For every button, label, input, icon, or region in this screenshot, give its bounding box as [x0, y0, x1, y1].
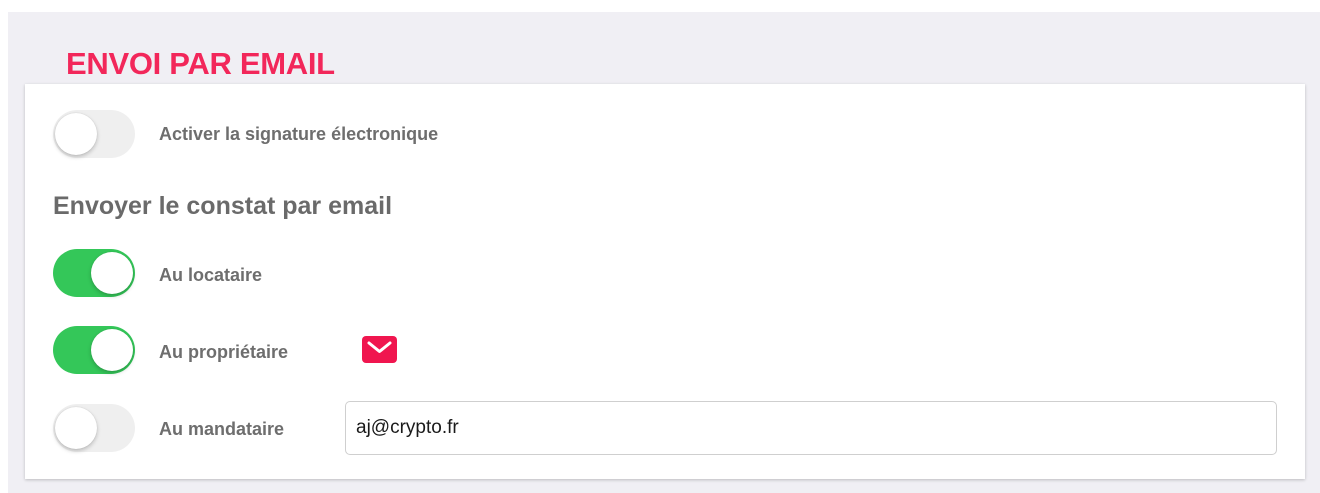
- signature-toggle[interactable]: [53, 110, 135, 158]
- owner-label: Au propriétaire: [159, 342, 289, 362]
- toggle-knob: [55, 407, 97, 449]
- section-title: ENVOI PAR EMAIL: [66, 46, 335, 81]
- signature-label: Activer la signature électronique: [159, 124, 439, 144]
- mail-icon[interactable]: [362, 336, 397, 363]
- tenant-toggle[interactable]: [53, 249, 135, 297]
- email-settings-card: Activer la signature électronique Envoye…: [25, 84, 1305, 479]
- agent-email-input[interactable]: [345, 401, 1277, 455]
- owner-toggle[interactable]: [53, 326, 135, 374]
- toggle-knob: [55, 113, 97, 155]
- agent-label: Au mandataire: [159, 419, 285, 439]
- send-email-heading: Envoyer le constat par email: [53, 192, 393, 220]
- toggle-knob: [91, 252, 133, 294]
- agent-toggle[interactable]: [53, 404, 135, 452]
- toggle-knob: [91, 329, 133, 371]
- tenant-label: Au locataire: [159, 265, 263, 285]
